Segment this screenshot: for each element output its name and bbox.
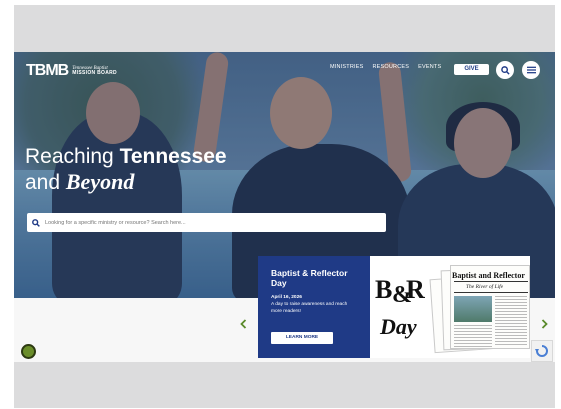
br-day-logo-r: R [406, 275, 425, 304]
nav-resources[interactable]: RESOURCES [372, 64, 409, 70]
newspaper-masthead: Baptist and Reflector [452, 271, 525, 280]
site-logo[interactable]: TBMB Tennessee Baptist MISSION BOARD [26, 62, 117, 80]
newspaper-stack: Baptist and Reflector The River of Life [429, 263, 530, 354]
newspaper-subhead: The River of Life [466, 284, 504, 290]
search-button[interactable] [496, 61, 514, 79]
newspaper-rule [454, 281, 528, 282]
hamburger-menu-icon [526, 66, 536, 74]
give-button[interactable]: GIVE [454, 64, 489, 75]
search-input[interactable] [45, 219, 365, 226]
learn-more-button[interactable]: LEARN MORE [271, 332, 333, 344]
newspaper-rule [454, 292, 528, 293]
search-icon [500, 65, 510, 75]
br-day-logo-letters: B [375, 275, 392, 304]
carousel-next-button[interactable] [541, 318, 548, 332]
site-search-bar[interactable] [27, 213, 386, 232]
hero-headline: Reaching Tennessee and Beyond [25, 144, 227, 195]
headline-tennessee: Tennessee [119, 145, 227, 168]
nav-events[interactable]: EVENTS [418, 64, 441, 70]
promo-card-description: A day to raise awareness and reach more … [271, 302, 348, 314]
newspaper-text-lines [495, 296, 527, 346]
headline-reaching: Reaching [25, 145, 120, 168]
chat-widget-button[interactable] [21, 344, 36, 359]
promo-card-title: Baptist & Reflector Day [271, 268, 348, 288]
br-day-logo-day: Day [379, 314, 417, 339]
br-day-logo: B & R Day [375, 275, 425, 339]
recaptcha-badge[interactable] [531, 340, 553, 362]
headline-beyond: Beyond [65, 169, 135, 194]
newspaper-image[interactable]: B & R Day Baptist and Reflector The Rive… [370, 256, 530, 358]
chevron-left-icon [240, 319, 247, 329]
top-gray-band [14, 5, 555, 52]
carousel-prev-button[interactable] [240, 318, 247, 332]
promo-card: Baptist & Reflector Day April 16, 2026 A… [258, 256, 370, 358]
recaptcha-icon [535, 345, 548, 357]
main-nav: MINISTRIES RESOURCES EVENTS [330, 64, 441, 70]
search-icon [32, 218, 40, 227]
newspaper-text-lines [454, 325, 492, 347]
chevron-right-icon [541, 319, 548, 329]
menu-button[interactable] [522, 61, 540, 79]
logo-line2: MISSION BOARD [72, 70, 117, 76]
page: TBMB Tennessee Baptist MISSION BOARD MIN… [0, 0, 561, 409]
logo-mark: TBMB [26, 62, 69, 79]
headline-and: and [25, 171, 66, 194]
nav-ministries[interactable]: MINISTRIES [330, 64, 363, 70]
newspaper-photo [454, 296, 492, 322]
bottom-gray-band [14, 362, 555, 408]
promo-card-date: April 16, 2026 [271, 295, 302, 300]
logo-text: Tennessee Baptist MISSION BOARD [72, 66, 117, 76]
